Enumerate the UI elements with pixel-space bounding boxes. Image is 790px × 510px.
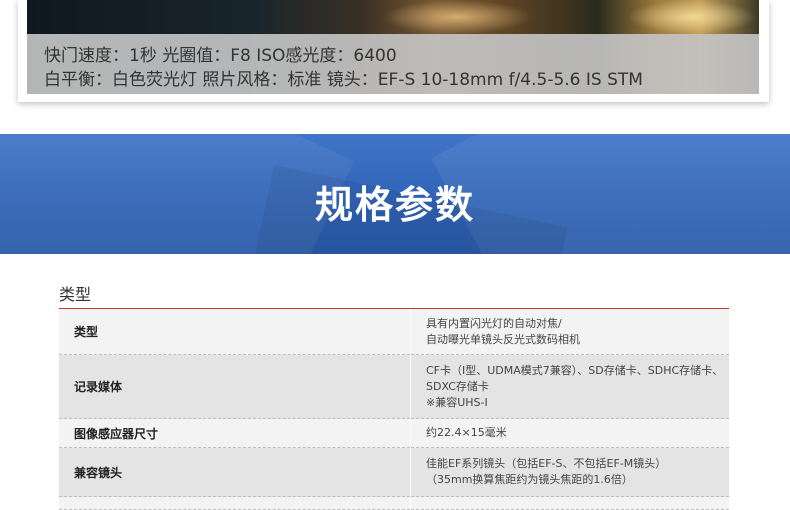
spec-name: 兼容镜头 xyxy=(59,447,411,497)
spec-value-line: 具有内置闪光灯的自动对焦/ xyxy=(426,316,562,330)
spec-value-line: ※兼容UHS-I xyxy=(426,395,488,409)
spec-row: 兼容镜头 佳能EF系列镜头（包括EF-S、不包括EF-M镜头） （35mm换算焦… xyxy=(59,447,729,497)
spec-value xyxy=(410,496,729,510)
spec-row: 记录媒体 CF卡（I型、UDMA模式7兼容）、SD存储卡、SDHC存储卡、 SD… xyxy=(59,354,729,419)
spec-value: 具有内置闪光灯的自动对焦/ 自动曝光单镜头反光式数码相机 xyxy=(410,309,729,355)
spec-value: 佳能EF系列镜头（包括EF-S、不包括EF-M镜头） （35mm换算焦距约为镜头… xyxy=(410,447,729,497)
spec-value-line: 佳能EF系列镜头（包括EF-S、不包括EF-M镜头） xyxy=(426,457,667,470)
spec-table: 类型 具有内置闪光灯的自动对焦/ 自动曝光单镜头反光式数码相机 记录媒体 CF卡… xyxy=(59,309,729,510)
spec-value-line: （35mm换算焦距约为镜头焦距的1.6倍） xyxy=(426,473,633,486)
spec-value-line: CF卡（I型、UDMA模式7兼容）、SD存储卡、SDHC存储卡、 xyxy=(426,363,724,377)
spec-value-line: 约22.4×15毫米 xyxy=(426,426,507,439)
spec-row xyxy=(59,496,729,510)
spec-value-line: 自动曝光单镜头反光式数码相机 xyxy=(426,332,580,346)
spec-section-label: 类型 xyxy=(59,285,92,304)
photo-caption-settings: 白平衡：白色荧光灯 照片风格：标准 镜头：EF-S 10-18mm f/4.5-… xyxy=(44,70,643,90)
section-banner: 规格参数 xyxy=(0,134,790,254)
banner-title: 规格参数 xyxy=(314,183,475,227)
photo-light-glow xyxy=(382,0,532,34)
photo-card: 快门速度：1秒 光圈值：F8 ISO感光度：6400 白平衡：白色荧光灯 照片风… xyxy=(18,0,769,102)
spec-value-line: SDXC存储卡 xyxy=(426,379,489,393)
spec-row: 类型 具有内置闪光灯的自动对焦/ 自动曝光单镜头反光式数码相机 xyxy=(59,309,729,355)
sample-photo: 快门速度：1秒 光圈值：F8 ISO感光度：6400 白平衡：白色荧光灯 照片风… xyxy=(27,0,759,94)
spec-name: 图像感应器尺寸 xyxy=(59,418,411,448)
photo-caption-exposure: 快门速度：1秒 光圈值：F8 ISO感光度：6400 xyxy=(44,46,397,66)
spec-value: CF卡（I型、UDMA模式7兼容）、SD存储卡、SDHC存储卡、 SDXC存储卡… xyxy=(410,354,729,419)
spec-name: 记录媒体 xyxy=(59,354,411,419)
spec-name: 类型 xyxy=(59,309,411,355)
photo-light-glow xyxy=(627,0,757,34)
spec-value: 约22.4×15毫米 xyxy=(410,418,729,448)
spec-name xyxy=(59,496,411,510)
spec-row: 图像感应器尺寸 约22.4×15毫米 xyxy=(59,418,729,448)
